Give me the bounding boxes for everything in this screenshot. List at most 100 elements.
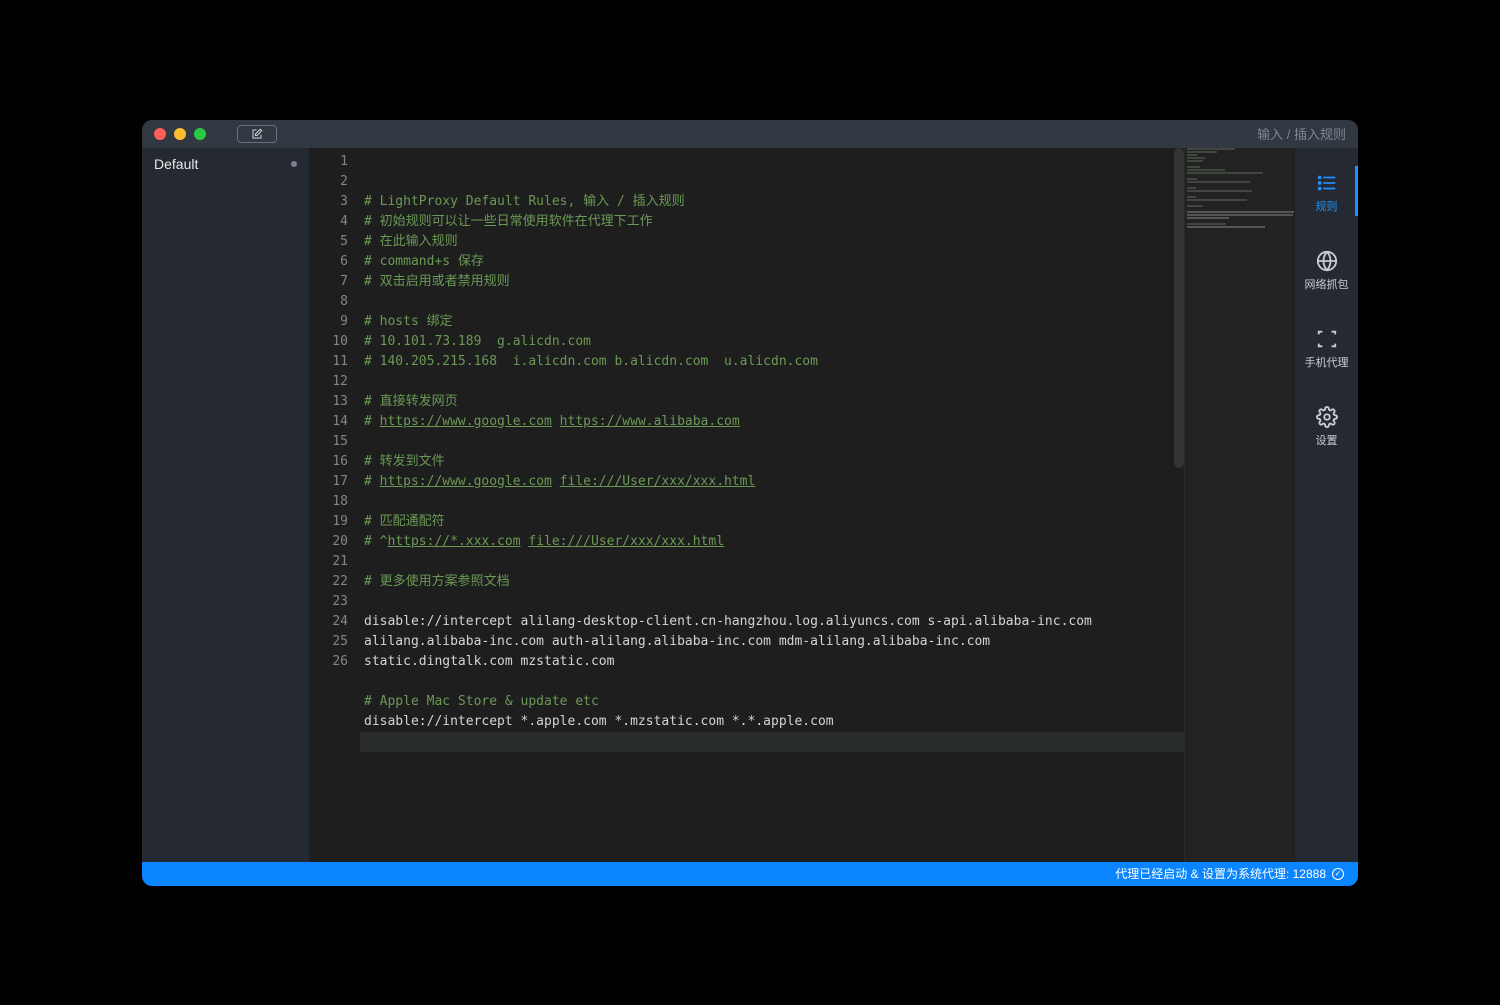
code-line[interactable] (360, 592, 1184, 612)
code-line[interactable]: # https://www.google.com https://www.ali… (360, 412, 1184, 432)
code-line[interactable]: # 匹配通配符 (360, 512, 1184, 532)
code-line[interactable] (360, 372, 1184, 392)
globe-icon (1316, 250, 1338, 272)
minimap-line (1187, 205, 1203, 207)
code-url[interactable]: https://*.xxx.com (387, 534, 520, 549)
minimap-line (1187, 211, 1294, 213)
code-url[interactable]: file:///User/xxx/xxx.html (528, 534, 724, 549)
titlebar-placeholder: 输入 / 插入规则 (1257, 124, 1346, 143)
scrollbar-thumb[interactable] (1174, 148, 1184, 468)
code-token: disable://intercept *.apple.com *.mzstat… (364, 714, 834, 729)
code-line[interactable]: disable://intercept *.apple.com *.mzstat… (360, 712, 1184, 732)
code-line[interactable]: alilang.alibaba-inc.com auth-alilang.ali… (360, 632, 1184, 652)
line-number: 24 (310, 612, 360, 632)
code-line[interactable] (360, 552, 1184, 572)
code-line[interactable]: # 10.101.73.189 g.alicdn.com (360, 332, 1184, 352)
code-line[interactable]: # 转发到文件 (360, 452, 1184, 472)
line-gutter: 1234567891011121314151617181920212223242… (310, 148, 360, 862)
line-number: 13 (310, 392, 360, 412)
minimap-line (1187, 148, 1235, 150)
minimap-line (1187, 226, 1265, 228)
minimap-line (1187, 214, 1293, 216)
code-area[interactable]: # LightProxy Default Rules, 输入 / 插入规则 # 初… (360, 148, 1184, 862)
code-line[interactable] (360, 732, 1184, 752)
code-token: # (364, 474, 380, 489)
code-url[interactable]: file:///User/xxx/xxx.html (560, 474, 756, 489)
minimap-line (1187, 217, 1229, 219)
minimap-line (1187, 172, 1263, 174)
code-line[interactable]: # LightProxy Default Rules, 输入 / 插入规则 (360, 192, 1184, 212)
line-number: 2 (310, 172, 360, 192)
code-token: # ^ (364, 534, 387, 549)
minimap-line (1187, 181, 1250, 183)
code-line[interactable] (360, 432, 1184, 452)
line-number: 5 (310, 232, 360, 252)
code-token: # 在此输入规则 (364, 234, 458, 249)
code-line[interactable]: # hosts 绑定 (360, 312, 1184, 332)
minimap-line (1187, 157, 1205, 159)
minimap[interactable] (1184, 148, 1294, 862)
code-url[interactable]: https://www.google.com (380, 414, 552, 429)
code-token (552, 414, 560, 429)
line-number: 14 (310, 412, 360, 432)
tab-phone[interactable]: 手机代理 (1295, 322, 1358, 376)
code-token: # 匹配通配符 (364, 514, 445, 529)
compose-icon (251, 128, 263, 140)
code-line[interactable] (360, 492, 1184, 512)
line-number: 8 (310, 292, 360, 312)
code-line[interactable]: # 双击启用或者禁用规则 (360, 272, 1184, 292)
editor[interactable]: 1234567891011121314151617181920212223242… (310, 148, 1294, 862)
minimap-line (1187, 190, 1252, 192)
check-circle-icon: ✓ (1332, 868, 1344, 880)
code-url[interactable]: https://www.google.com (380, 474, 552, 489)
maximize-button[interactable] (194, 128, 206, 140)
code-line[interactable] (360, 672, 1184, 692)
tab-rules[interactable]: 规则 (1295, 166, 1358, 220)
code-token: # command+s 保存 (364, 254, 484, 269)
line-number: 21 (310, 552, 360, 572)
code-line[interactable]: # 初始规则可以让一些日常使用软件在代理下工作 (360, 212, 1184, 232)
code-line[interactable]: # https://www.google.com file:///User/xx… (360, 472, 1184, 492)
code-line[interactable]: # 更多使用方案参照文档 (360, 572, 1184, 592)
tab-label: 设置 (1316, 432, 1338, 448)
code-token: # 140.205.215.168 i.alicdn.com b.alicdn.… (364, 354, 818, 369)
code-url[interactable]: https://www.alibaba.com (560, 414, 740, 429)
close-button[interactable] (154, 128, 166, 140)
code-line[interactable]: # Apple Mac Store & update etc (360, 692, 1184, 712)
active-tab-indicator (1355, 166, 1358, 216)
minimize-button[interactable] (174, 128, 186, 140)
line-number: 18 (310, 492, 360, 512)
code-token: static.dingtalk.com mzstatic.com (364, 654, 614, 669)
compose-button[interactable] (237, 125, 277, 143)
line-number: 11 (310, 352, 360, 372)
minimap-line (1187, 178, 1197, 180)
line-number: 1 (310, 152, 360, 172)
line-number: 15 (310, 432, 360, 452)
code-line[interactable]: # command+s 保存 (360, 252, 1184, 272)
code-line[interactable]: # 直接转发网页 (360, 392, 1184, 412)
minimap-line (1187, 154, 1197, 156)
code-line[interactable]: static.dingtalk.com mzstatic.com (360, 652, 1184, 672)
code-token: # 更多使用方案参照文档 (364, 574, 510, 589)
line-number: 16 (310, 452, 360, 472)
code-token: alilang.alibaba-inc.com auth-alilang.ali… (364, 634, 998, 649)
line-number: 3 (310, 192, 360, 212)
sidebar-item-default[interactable]: Default (142, 148, 309, 180)
code-token: # (364, 414, 380, 429)
code-line[interactable]: # 140.205.215.168 i.alicdn.com b.alicdn.… (360, 352, 1184, 372)
line-number: 20 (310, 532, 360, 552)
titlebar: 输入 / 插入规则 (142, 120, 1358, 148)
scan-icon (1316, 328, 1338, 350)
code-line[interactable]: # 在此输入规则 (360, 232, 1184, 252)
code-line[interactable]: disable://intercept alilang-desktop-clie… (360, 612, 1184, 632)
code-token: # 双击启用或者禁用规则 (364, 274, 510, 289)
status-text: 代理已经启动 & 设置为系统代理: 12888 (1115, 865, 1326, 882)
code-line[interactable]: # ^https://*.xxx.com file:///User/xxx/xx… (360, 532, 1184, 552)
gear-icon (1316, 406, 1338, 428)
minimap-viewport[interactable] (1185, 148, 1294, 862)
tab-settings[interactable]: 设置 (1295, 400, 1358, 454)
line-number: 26 (310, 652, 360, 672)
code-line[interactable] (360, 292, 1184, 312)
code-token: # 初始规则可以让一些日常使用软件在代理下工作 (364, 214, 653, 229)
tab-capture[interactable]: 网络抓包 (1295, 244, 1358, 298)
